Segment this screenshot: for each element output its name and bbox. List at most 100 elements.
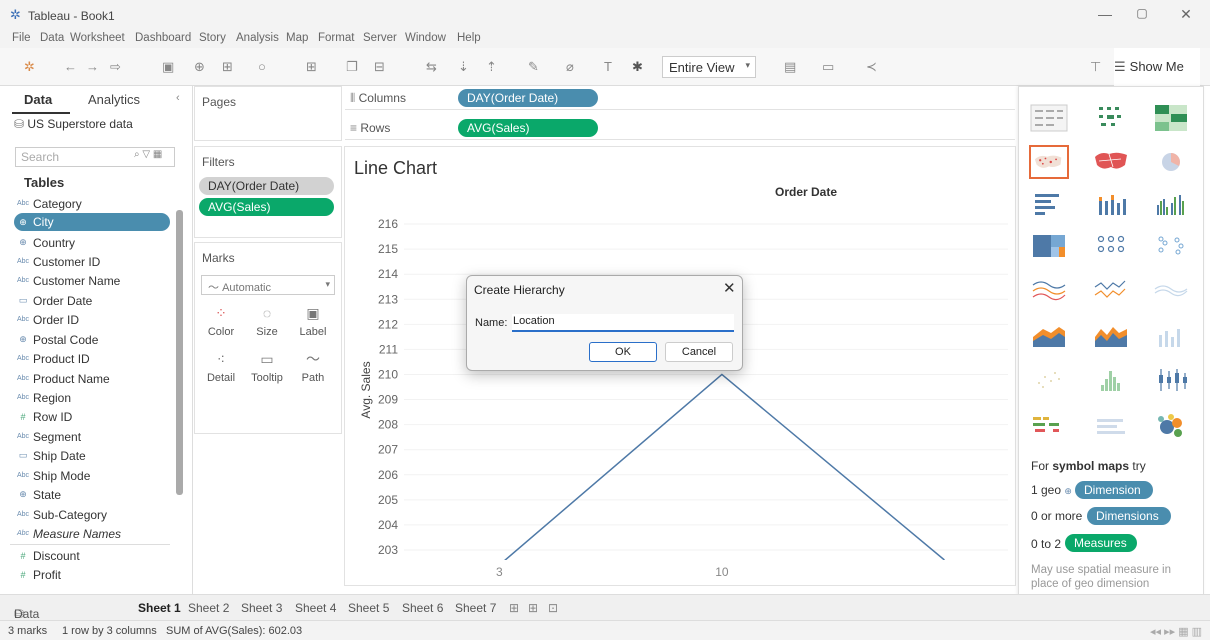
swap-icon[interactable]: ⇆ [426, 59, 437, 75]
menu-server[interactable]: Server [363, 32, 397, 44]
sheet-tab-7[interactable]: Sheet 7 [455, 601, 496, 615]
label-button[interactable]: ▣ Label [293, 305, 333, 338]
minimize-icon[interactable]: — [1095, 6, 1115, 22]
new-worksheet-icon[interactable]: ⊞ [306, 59, 317, 75]
size-button[interactable]: ◌ Size [247, 305, 287, 338]
data-pane-scrollbar[interactable] [176, 210, 183, 495]
menu-format[interactable]: Format [318, 32, 354, 44]
area-discrete-thumbnail[interactable] [1091, 319, 1131, 353]
field-customer-name[interactable]: Abc Customer Name [16, 271, 120, 290]
cancel-button[interactable]: Cancel [665, 342, 733, 362]
close-icon[interactable]: ✕ [723, 279, 736, 297]
symbol-map-thumbnail[interactable] [1029, 145, 1069, 179]
side-by-side-circles-thumbnail[interactable] [1151, 229, 1191, 263]
hierarchy-name-field[interactable]: Location [512, 314, 734, 332]
tab-analytics[interactable]: Analytics [88, 92, 140, 107]
new-worksheet-icon[interactable]: ⊞ [509, 601, 519, 615]
field-city[interactable]: ⊕ City [14, 213, 170, 231]
redo-icon[interactable]: → [86, 59, 99, 74]
field-region[interactable]: Abc Region [16, 388, 71, 407]
continuous-lines-thumbnail[interactable] [1029, 273, 1069, 307]
menu-worksheet[interactable]: Worksheet [70, 32, 125, 44]
menu-data[interactable]: Data [40, 32, 64, 44]
gantt-thumbnail[interactable] [1029, 409, 1069, 443]
filters-card[interactable]: Filters DAY(Order Date) AVG(Sales) [194, 146, 342, 238]
sheet-tab-3[interactable]: Sheet 3 [241, 601, 282, 615]
menu-window[interactable]: Window [405, 32, 446, 44]
field-product-id[interactable]: Abc Product ID [16, 349, 90, 368]
mark-type-dropdown[interactable]: 〜 Automatic ▾ [201, 275, 335, 295]
undo-icon[interactable]: ← [64, 59, 77, 74]
sheet-tab-5[interactable]: Sheet 5 [348, 601, 389, 615]
text-table-thumbnail[interactable] [1029, 101, 1069, 135]
dual-lines-thumbnail[interactable] [1151, 273, 1191, 307]
area-continuous-thumbnail[interactable] [1029, 319, 1069, 353]
pages-card[interactable]: Pages [194, 86, 342, 141]
field-postal-code[interactable]: ⊕ Postal Code [16, 330, 98, 349]
new-sheet-icon[interactable]: ⊞ [222, 59, 233, 75]
columns-shelf[interactable]: ⦀ Columns DAY(Order Date) [345, 86, 1015, 110]
field-ship-date[interactable]: ▭ Ship Date [16, 446, 86, 465]
show-me-button[interactable]: ☰ Show Me [1114, 48, 1200, 86]
field-country[interactable]: ⊕ Country [16, 233, 75, 252]
rows-shelf[interactable]: ≡ Rows AVG(Sales) [345, 116, 1015, 140]
menu-dashboard[interactable]: Dashboard [135, 32, 191, 44]
sort-desc-icon[interactable]: ⇡ [486, 59, 497, 75]
pie-chart-thumbnail[interactable] [1151, 145, 1191, 179]
menu-story[interactable]: Story [199, 32, 226, 44]
field-category[interactable]: Abc Category [16, 194, 82, 213]
sort-asc-icon[interactable]: ⇣ [458, 59, 469, 75]
sheet-tab-1[interactable]: Sheet 1 [138, 601, 181, 615]
detail-button[interactable]: ⁖ Detail [201, 351, 241, 384]
save-icon[interactable]: ▣ [162, 59, 174, 75]
field-order-date[interactable]: ▭ Order Date [16, 291, 93, 310]
field-segment[interactable]: Abc Segment [16, 427, 81, 446]
rows-pill[interactable]: AVG(Sales) [458, 119, 598, 137]
refresh-icon[interactable]: ○ [258, 59, 266, 74]
histogram-thumbnail[interactable] [1091, 363, 1131, 397]
new-story-icon[interactable]: ⊡ [548, 601, 558, 615]
path-button[interactable]: 〜 Path [293, 351, 333, 384]
label-icon[interactable]: T [604, 59, 612, 74]
field-ship-mode[interactable]: Abc Ship Mode [16, 466, 90, 485]
fit-dropdown[interactable]: Entire View ▾ [662, 56, 756, 78]
tableau-icon[interactable]: ✲ [24, 59, 35, 75]
menu-analysis[interactable]: Analysis [236, 32, 279, 44]
group-icon[interactable]: ⌀ [566, 59, 574, 75]
stacked-bars-thumbnail[interactable] [1091, 187, 1131, 221]
field-sub-category[interactable]: Abc Sub-Category [16, 505, 107, 524]
share-icon[interactable]: ≺ [866, 59, 877, 75]
highlight-table-thumbnail[interactable] [1151, 101, 1191, 135]
filled-map-thumbnail[interactable] [1091, 145, 1131, 179]
scatter-plot-thumbnail[interactable] [1029, 363, 1069, 397]
tab-data[interactable]: Data [24, 92, 52, 107]
discrete-lines-thumbnail[interactable] [1091, 273, 1131, 307]
sheet-navigation-icon[interactable]: ◂◂ ▸▸ ▦ ▥ [1150, 625, 1202, 638]
datasource-name[interactable]: ⛁ US Superstore data [14, 117, 133, 131]
menu-help[interactable]: Help [457, 32, 481, 44]
packed-bubbles-thumbnail[interactable] [1151, 409, 1191, 443]
field-order-id[interactable]: Abc Order ID [16, 310, 79, 329]
color-button[interactable]: ⁘ Color [201, 305, 241, 338]
filter-pill[interactable]: DAY(Order Date) [199, 177, 334, 195]
new-datasource-icon[interactable]: ⊕ [194, 59, 205, 75]
field-discount[interactable]: # Discount [16, 546, 79, 565]
sheet-tab-4[interactable]: Sheet 4 [295, 601, 336, 615]
duplicate-icon[interactable]: ❐ [346, 59, 358, 75]
pin-icon[interactable]: ⊤ [1090, 59, 1101, 75]
line-chart[interactable]: Order Date 203 204 205 206 207 208 209 210 211 212… [344, 180, 1016, 586]
maximize-icon[interactable]: ▢ [1132, 6, 1152, 20]
horizontal-bars-thumbnail[interactable] [1029, 187, 1069, 221]
heat-map-thumbnail[interactable] [1091, 101, 1131, 135]
columns-pill[interactable]: DAY(Order Date) [458, 89, 598, 107]
collapse-icon[interactable]: ‹ [176, 92, 180, 104]
fix-axes-icon[interactable]: ✱ [632, 59, 643, 75]
field-measure-names[interactable]: Abc Measure Names [16, 524, 121, 543]
new-dashboard-icon[interactable]: ⊞ [528, 601, 538, 615]
menu-file[interactable]: File [12, 32, 31, 44]
replay-icon[interactable]: ⇨ [110, 59, 121, 75]
side-by-side-bars-thumbnail[interactable] [1151, 187, 1191, 221]
circle-views-thumbnail[interactable] [1091, 229, 1131, 263]
close-icon[interactable]: ✕ [1176, 6, 1196, 23]
field-customer-id[interactable]: Abc Customer ID [16, 252, 100, 271]
